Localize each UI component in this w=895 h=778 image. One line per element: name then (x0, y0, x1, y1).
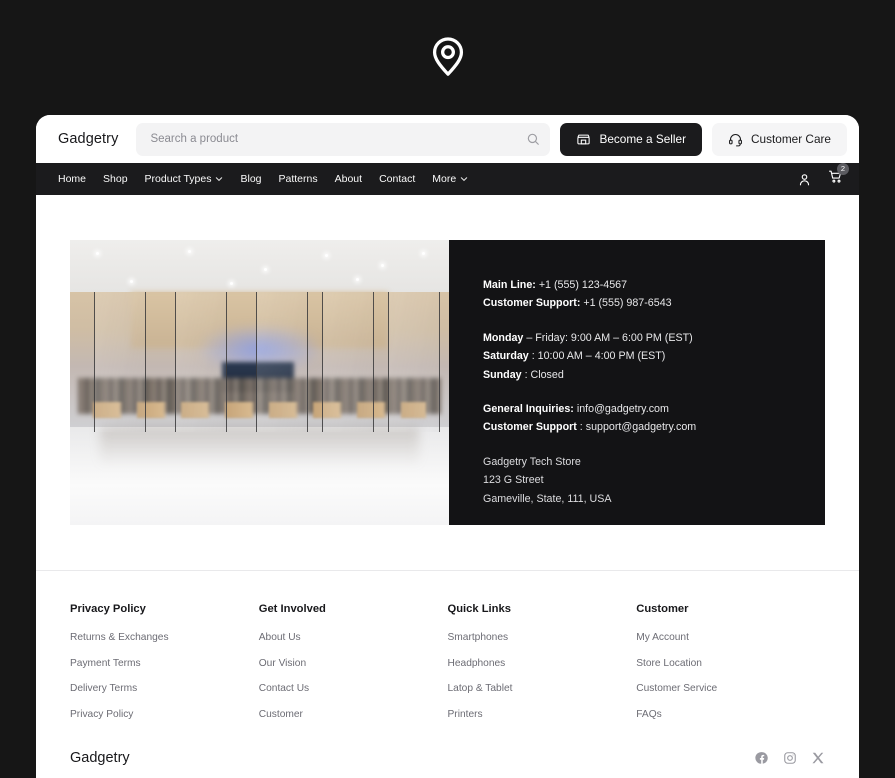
chevron-down-icon (215, 175, 223, 183)
nav-item-label: About (335, 173, 362, 185)
address-line: 123 G Street (483, 471, 825, 489)
nav-item-contact[interactable]: Contact (379, 173, 415, 185)
nav-item-more[interactable]: More (432, 173, 468, 185)
nav-item-label: Contact (379, 173, 415, 185)
general-inquiries-value: info@gadgetry.com (574, 403, 669, 415)
store-icon (576, 132, 591, 147)
footer-column-title: Get Involved (259, 603, 448, 615)
headset-icon (728, 132, 743, 147)
nav-item-label: Product Types (145, 173, 212, 185)
email-row: Customer Support : support@gadgetry.com (483, 418, 825, 436)
footer-brand-row: Gadgetry (36, 734, 859, 766)
footer-column-quick-links: Quick Links Smartphones Headphones Latop… (448, 603, 637, 734)
instagram-icon[interactable] (783, 751, 797, 765)
footer-link[interactable]: Headphones (448, 658, 637, 669)
support-email-label: Customer Support (483, 421, 577, 433)
store-photo (70, 240, 449, 525)
main-line-label: Main Line: (483, 279, 536, 291)
footer-column-title: Quick Links (448, 603, 637, 615)
nav-item-patterns[interactable]: Patterns (279, 173, 318, 185)
hours-row: Sunday : Closed (483, 366, 825, 384)
nav-links: Home Shop Product Types Blog Patterns Ab… (58, 173, 468, 185)
x-twitter-icon[interactable] (811, 751, 825, 765)
footer-link[interactable]: FAQs (636, 709, 825, 720)
nav-item-about[interactable]: About (335, 173, 362, 185)
footer-link[interactable]: Printers (448, 709, 637, 720)
general-inquiries-label: General Inquiries: (483, 403, 574, 415)
main-line-value: +1 (555) 123-4567 (536, 279, 627, 291)
footer-brand-name: Gadgetry (70, 750, 130, 766)
nav-item-label: Home (58, 173, 86, 185)
hours-value: : 10:00 AM – 4:00 PM (EST) (529, 350, 666, 362)
address-line: Gameville, State, 111, USA (483, 490, 825, 508)
search-input[interactable] (150, 133, 526, 145)
contact-phone-row: Customer Support: +1 (555) 987-6543 (483, 294, 825, 312)
hours-row: Saturday : 10:00 AM – 4:00 PM (EST) (483, 347, 825, 365)
become-a-seller-label: Become a Seller (599, 132, 686, 146)
page-root: Gadgetry Become a Seller (0, 0, 895, 778)
hours-row: Monday – Friday: 9:00 AM – 6:00 PM (EST) (483, 329, 825, 347)
contact-hero: Main Line: +1 (555) 123-4567 Customer Su… (70, 240, 825, 525)
hours-value: – Friday: 9:00 AM – 6:00 PM (EST) (523, 332, 692, 344)
contact-phone-row: Main Line: +1 (555) 123-4567 (483, 276, 825, 294)
footer-column-title: Customer (636, 603, 825, 615)
nav-item-blog[interactable]: Blog (240, 173, 261, 185)
chevron-down-icon (460, 175, 468, 183)
hours-label: Sunday (483, 369, 522, 381)
nav-item-label: Patterns (279, 173, 318, 185)
support-line-label: Customer Support: (483, 297, 580, 309)
customer-care-label: Customer Care (751, 132, 831, 146)
cart-count-badge: 2 (837, 163, 849, 175)
nav-item-shop[interactable]: Shop (103, 173, 128, 185)
brand-logo-bar (0, 0, 895, 112)
email-row: General Inquiries: info@gadgetry.com (483, 400, 825, 418)
address-line: Gadgetry Tech Store (483, 453, 825, 471)
cart-button[interactable]: 2 (828, 169, 843, 189)
footer-link[interactable]: Delivery Terms (70, 683, 259, 694)
facebook-icon[interactable] (755, 751, 769, 765)
nav-item-label: More (432, 173, 456, 185)
footer-link[interactable]: Privacy Policy (70, 709, 259, 720)
footer-link[interactable]: Customer Service (636, 683, 825, 694)
customer-care-button[interactable]: Customer Care (712, 123, 847, 156)
footer-columns: Privacy Policy Returns & Exchanges Payme… (36, 571, 859, 734)
support-email-value: : support@gadgetry.com (577, 421, 696, 433)
footer-link[interactable]: Customer (259, 709, 448, 720)
site-header: Gadgetry Become a Seller (36, 115, 859, 163)
footer-link[interactable]: About Us (259, 632, 448, 643)
social-links (755, 751, 825, 765)
footer-link[interactable]: Smartphones (448, 632, 637, 643)
footer-link[interactable]: My Account (636, 632, 825, 643)
brand-name: Gadgetry (58, 131, 126, 147)
footer-column-get-involved: Get Involved About Us Our Vision Contact… (259, 603, 448, 734)
footer-link[interactable]: Store Location (636, 658, 825, 669)
content-panel: Gadgetry Become a Seller (36, 115, 859, 778)
nav-item-label: Shop (103, 173, 128, 185)
become-a-seller-button[interactable]: Become a Seller (560, 123, 702, 156)
nav-item-home[interactable]: Home (58, 173, 86, 185)
nav-item-product-types[interactable]: Product Types (145, 173, 224, 185)
footer-link[interactable]: Our Vision (259, 658, 448, 669)
contact-section: Main Line: +1 (555) 123-4567 Customer Su… (36, 195, 859, 525)
search-icon[interactable] (526, 132, 540, 146)
main-nav: Home Shop Product Types Blog Patterns Ab… (36, 163, 859, 195)
footer-link[interactable]: Contact Us (259, 683, 448, 694)
footer-column-customer: Customer My Account Store Location Custo… (636, 603, 825, 734)
nav-item-label: Blog (240, 173, 261, 185)
hours-value: : Closed (522, 369, 564, 381)
user-icon[interactable] (797, 172, 812, 187)
footer-column-title: Privacy Policy (70, 603, 259, 615)
map-pin-icon (425, 33, 471, 79)
footer-link[interactable]: Latop & Tablet (448, 683, 637, 694)
nav-actions: 2 (797, 169, 843, 189)
search-bar[interactable] (136, 123, 550, 156)
footer-link[interactable]: Payment Terms (70, 658, 259, 669)
hours-label: Saturday (483, 350, 529, 362)
hours-label: Monday (483, 332, 523, 344)
footer-column-privacy-policy: Privacy Policy Returns & Exchanges Payme… (70, 603, 259, 734)
support-line-value: +1 (555) 987-6543 (580, 297, 671, 309)
footer-link[interactable]: Returns & Exchanges (70, 632, 259, 643)
contact-details: Main Line: +1 (555) 123-4567 Customer Su… (449, 240, 825, 525)
